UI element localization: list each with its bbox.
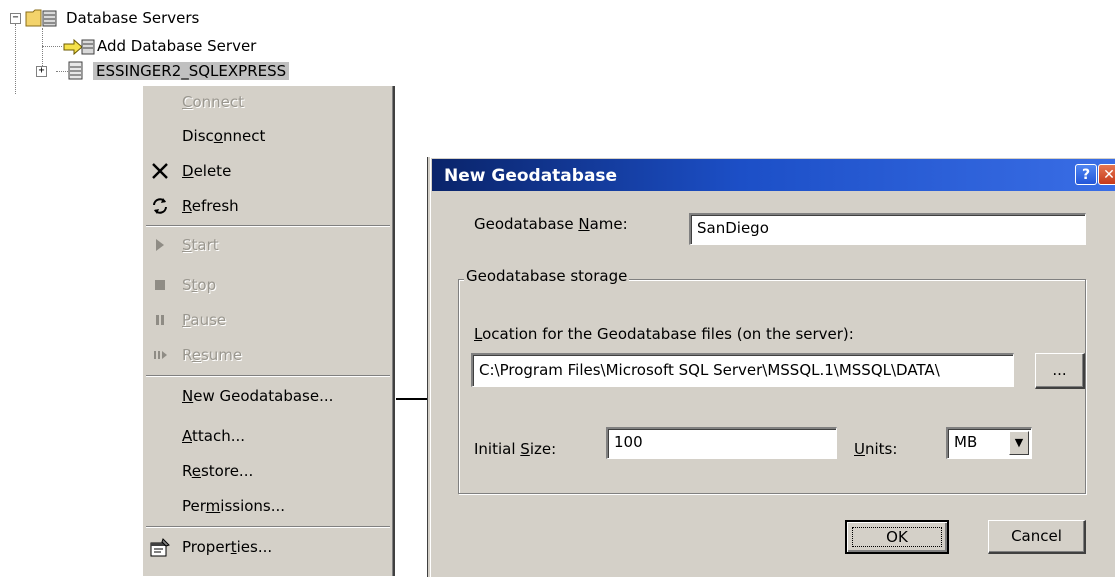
delete-x-icon [149,161,171,183]
chevron-down-icon[interactable]: ▼ [1009,431,1029,455]
tree-line [42,46,62,47]
menu-item-refresh[interactable]: Refresh [143,190,391,224]
menu-item-label: New Geodatabase... [182,387,334,405]
pause-icon [149,310,171,332]
database-servers-folder-icon [25,9,57,27]
menu-item-label: Stop [182,276,217,294]
initial-size-label: Initial Size: [474,440,557,458]
menu-item-label: Pause [182,311,227,329]
menu-item-properties[interactable]: Properties... [143,531,391,565]
new-geodatabase-dialog: New Geodatabase ? ✕ Geodatabase Name: Sa… [428,157,1115,577]
menu-item-delete[interactable]: Delete [143,155,391,189]
menu-separator [146,526,390,528]
menu-item-label: Delete [182,162,232,180]
collapse-icon[interactable]: − [10,13,21,24]
geodatabase-name-label: Geodatabase Name: [474,215,628,233]
menu-item-stop[interactable]: Stop [143,269,391,303]
menu-item-new-geodatabase[interactable]: New Geodatabase... [143,380,391,414]
ok-button[interactable]: OK [845,520,949,554]
add-server-icon [63,38,95,56]
cancel-button[interactable]: Cancel [988,520,1086,554]
browse-button[interactable]: ... [1035,353,1085,389]
server-node-label[interactable]: ESSINGER2_SQLEXPRESS [93,62,290,80]
tree-line [15,24,16,94]
menu-item-label: Disconnect [182,127,266,145]
properties-icon [149,537,171,559]
menu-separator [146,375,390,377]
help-button[interactable]: ? [1075,164,1097,185]
tree-root-label[interactable]: Database Servers [66,9,199,27]
context-menu: Connect Disconnect Delete Refresh Start [143,86,395,576]
menu-item-label: Attach... [182,427,246,445]
menu-item-label: Permissions... [182,497,286,515]
dialog-title-bar[interactable]: New Geodatabase ? ✕ [432,159,1115,191]
menu-item-label: Restore... [182,462,254,480]
units-value: MB [954,433,978,451]
menu-item-label: Resume [182,346,243,364]
storage-group-label: Geodatabase storage [464,267,630,285]
menu-item-label: Properties... [182,538,273,556]
dialog-title: New Geodatabase [444,166,618,186]
menu-item-restore[interactable]: Restore... [143,455,391,489]
location-input[interactable]: C:\Program Files\Microsoft SQL Server\MS… [471,353,1014,387]
menu-item-permissions[interactable]: Permissions... [143,490,391,524]
menu-item-connect[interactable]: Connect [143,86,391,120]
stop-icon [149,275,171,297]
expand-icon[interactable]: + [36,66,47,77]
menu-item-label: Start [182,236,219,254]
units-label: Units: [854,440,898,458]
geodatabase-name-input[interactable]: SanDiego [689,213,1086,245]
menu-item-pause[interactable]: Pause [143,304,391,338]
menu-item-disconnect[interactable]: Disconnect [143,120,391,154]
play-icon [149,235,171,257]
units-dropdown[interactable]: MB ▼ [946,427,1032,459]
close-button[interactable]: ✕ [1098,164,1115,185]
focus-rect [852,527,942,547]
connector-line [396,398,430,400]
refresh-icon [149,196,171,218]
menu-item-attach[interactable]: Attach... [143,420,391,454]
menu-item-resume[interactable]: Resume [143,339,391,373]
menu-separator [146,225,390,227]
initial-size-input[interactable]: 100 [606,427,837,459]
add-database-server-item[interactable]: Add Database Server [97,37,256,55]
location-label: Location for the Geodatabase files (on t… [474,325,854,343]
menu-item-label: Refresh [182,197,239,215]
menu-item-label: Connect [182,93,245,111]
resume-icon [149,345,171,367]
server-icon [68,61,83,80]
menu-item-start[interactable]: Start [143,229,391,263]
